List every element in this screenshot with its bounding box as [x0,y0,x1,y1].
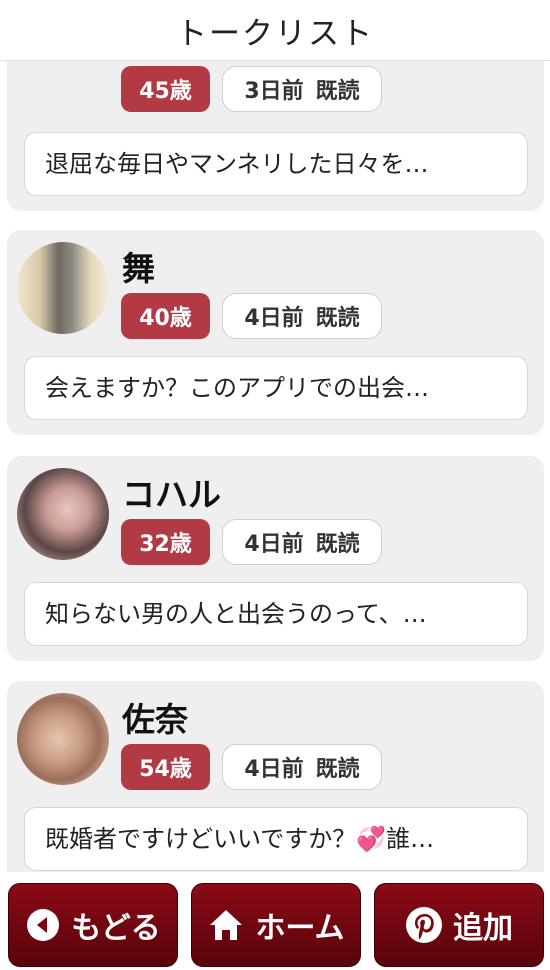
app-header: トークリスト [0,0,550,61]
age-badge: 54歳 [121,744,210,790]
status-pill: 3日前 既読 [222,66,382,112]
avatar[interactable] [17,693,109,785]
status-pill: 4日前 既読 [222,519,382,565]
age-badge: 45歳 [121,66,210,112]
read-label: 既読 [315,306,360,331]
message-preview[interactable]: 会えますか？このアプリでの出会… [24,356,528,420]
read-label: 既読 [315,79,360,104]
message-text: 既婚者ですけどいいですか？ [45,825,357,853]
age-badge: 32歳 [121,519,210,565]
add-button[interactable]: 追加 [374,883,544,967]
read-label: 既読 [315,757,360,782]
time-label: 4日前 [244,306,304,331]
message-preview[interactable]: 知らない男の人と出会うのって、… [24,582,528,646]
back-label: もどる [71,911,161,946]
avatar[interactable] [17,468,109,560]
status-pill: 4日前 既読 [222,293,382,339]
age-badge: 40歳 [121,293,210,339]
time-label: 4日前 [244,757,304,782]
user-name: コハル [122,475,221,514]
home-button[interactable]: ホーム [191,883,361,967]
talk-list-item[interactable]: 舞 40歳 4日前 既読 会えますか？このアプリでの出会… [7,230,544,435]
talk-list-item[interactable]: 佐奈 54歳 4日前 既読 既婚者ですけどいいですか？💞誰… [7,681,544,886]
bottom-navigation: もどる ホーム 追加 [0,872,550,970]
message-preview[interactable]: 退屈な毎日やマンネリした日々を… [24,132,528,196]
back-button[interactable]: もどる [8,883,178,967]
time-label: 4日前 [244,532,304,557]
message-preview[interactable]: 既婚者ですけどいいですか？💞誰… [24,807,528,871]
home-label: ホーム [255,911,345,946]
chevron-left-circle-icon [25,907,61,943]
time-label: 3日前 [244,79,304,104]
talk-list: 45歳 3日前 既読 退屈な毎日やマンネリした日々を… 舞 40歳 4日前 既読… [0,0,550,970]
message-text-end: 誰… [386,825,435,853]
page-title: トークリスト [176,15,374,52]
avatar[interactable] [17,242,109,334]
talk-list-item[interactable]: コハル 32歳 4日前 既読 知らない男の人と出会うのって、… [7,456,544,661]
home-icon [207,907,245,943]
user-name: 佐奈 [122,700,188,739]
read-label: 既読 [315,532,360,557]
two-hearts-icon: 💞 [356,825,387,853]
user-name: 舞 [122,249,155,288]
add-label: 追加 [453,911,513,946]
pinterest-icon [405,906,443,944]
status-pill: 4日前 既読 [222,744,382,790]
